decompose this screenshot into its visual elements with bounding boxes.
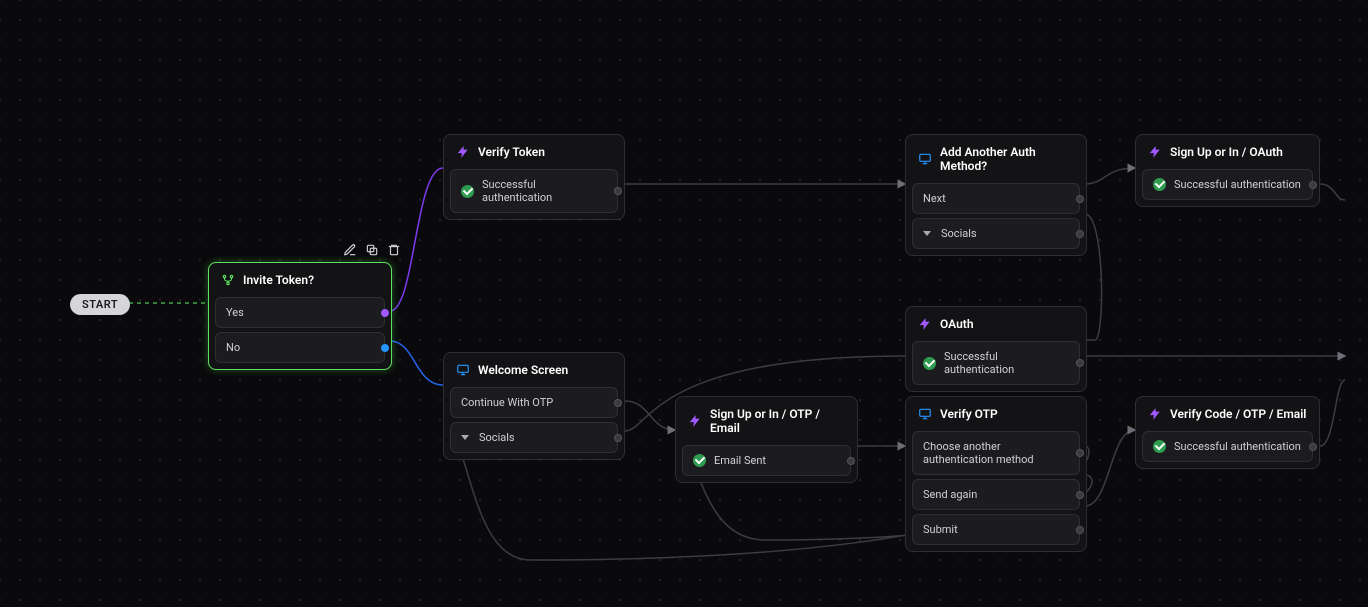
node-title: Verify OTP <box>940 407 998 421</box>
node-header: Verify OTP <box>906 397 1086 431</box>
success-icon <box>923 357 936 370</box>
screen-icon <box>456 363 470 377</box>
node-verify-token[interactable]: Verify Token Successful authentication <box>443 134 625 220</box>
success-icon <box>1153 178 1166 191</box>
node-header: Verify Code / OTP / Email <box>1136 397 1319 431</box>
item-label: Successful authentication <box>482 178 607 204</box>
option-socials[interactable]: Socials <box>450 422 618 453</box>
node-title: Sign Up or In / OAuth <box>1170 145 1283 159</box>
chevron-down-icon <box>923 231 931 236</box>
node-header: OAuth <box>906 307 1086 341</box>
success-icon <box>461 185 474 198</box>
output-port[interactable] <box>1076 230 1084 238</box>
item-label: Next <box>923 192 946 205</box>
node-welcome-screen[interactable]: Welcome Screen Continue With OTP Socials <box>443 352 625 460</box>
node-add-another-auth[interactable]: Add Another Auth Method? Next Socials <box>905 134 1087 256</box>
item-label: Choose another authentication method <box>923 440 1069 466</box>
output-port[interactable] <box>381 344 389 352</box>
output-port[interactable] <box>1076 526 1084 534</box>
result-success[interactable]: Successful authentication <box>1142 169 1313 200</box>
output-port[interactable] <box>1076 491 1084 499</box>
option-socials[interactable]: Socials <box>912 218 1080 249</box>
node-title: Verify Code / OTP / Email <box>1170 407 1306 421</box>
flow-canvas[interactable]: START Invite Token? Yes No <box>0 0 1368 607</box>
bolt-icon <box>918 317 932 331</box>
duplicate-button[interactable] <box>364 242 380 258</box>
item-label: Socials <box>941 227 977 240</box>
node-title: Add Another Auth Method? <box>940 145 1074 173</box>
output-port[interactable] <box>1309 181 1317 189</box>
node-header: Welcome Screen <box>444 353 624 387</box>
bolt-icon <box>1148 145 1162 159</box>
output-port[interactable] <box>614 399 622 407</box>
result-success[interactable]: Successful authentication <box>450 169 618 213</box>
branch-option-yes[interactable]: Yes <box>215 297 385 328</box>
node-verify-code[interactable]: Verify Code / OTP / Email Successful aut… <box>1135 396 1320 469</box>
bolt-icon <box>688 414 702 428</box>
output-port[interactable] <box>1076 449 1084 457</box>
node-header: Invite Token? <box>209 263 391 297</box>
node-title: OAuth <box>940 317 974 331</box>
output-port[interactable] <box>1076 195 1084 203</box>
option-submit[interactable]: Submit <box>912 514 1080 545</box>
start-node[interactable]: START <box>70 294 130 315</box>
output-port[interactable] <box>381 309 389 317</box>
item-label: Email Sent <box>714 454 766 467</box>
item-label: Continue With OTP <box>461 396 553 409</box>
screen-icon <box>918 152 932 166</box>
output-port[interactable] <box>1076 359 1084 367</box>
node-title: Verify Token <box>478 145 545 159</box>
screen-icon <box>918 407 932 421</box>
branch-icon <box>221 273 235 287</box>
node-signup-oauth[interactable]: Sign Up or In / OAuth Successful authent… <box>1135 134 1320 207</box>
success-icon <box>1153 440 1166 453</box>
bolt-icon <box>1148 407 1162 421</box>
node-header: Verify Token <box>444 135 624 169</box>
item-label: Socials <box>479 431 515 444</box>
node-header: Sign Up or In / OTP / Email <box>676 397 857 445</box>
result-success[interactable]: Successful authentication <box>1142 431 1313 462</box>
node-title: Invite Token? <box>243 273 314 287</box>
success-icon <box>693 454 706 467</box>
node-verify-otp[interactable]: Verify OTP Choose another authentication… <box>905 396 1087 552</box>
output-port[interactable] <box>1309 443 1317 451</box>
node-title: Sign Up or In / OTP / Email <box>710 407 845 435</box>
option-continue-otp[interactable]: Continue With OTP <box>450 387 618 418</box>
node-header: Sign Up or In / OAuth <box>1136 135 1319 169</box>
node-header: Add Another Auth Method? <box>906 135 1086 183</box>
node-toolbar <box>342 242 402 258</box>
output-port[interactable] <box>847 457 855 465</box>
output-port[interactable] <box>614 187 622 195</box>
branch-option-no[interactable]: No <box>215 332 385 363</box>
start-label: START <box>82 298 118 311</box>
node-title: Welcome Screen <box>478 363 568 377</box>
item-label: Successful authentication <box>1174 178 1301 191</box>
result-email-sent[interactable]: Email Sent <box>682 445 851 476</box>
option-next[interactable]: Next <box>912 183 1080 214</box>
item-label: Successful authentication <box>1174 440 1301 453</box>
option-label: No <box>226 341 240 354</box>
result-success[interactable]: Successful authentication <box>912 341 1080 385</box>
item-label: Submit <box>923 523 958 536</box>
item-label: Send again <box>923 488 977 501</box>
node-invite-token[interactable]: Invite Token? Yes No <box>208 262 392 370</box>
item-label: Successful authentication <box>944 350 1069 376</box>
option-send-again[interactable]: Send again <box>912 479 1080 510</box>
option-choose-another[interactable]: Choose another authentication method <box>912 431 1080 475</box>
node-oauth[interactable]: OAuth Successful authentication <box>905 306 1087 392</box>
option-label: Yes <box>226 306 244 319</box>
edit-button[interactable] <box>342 242 358 258</box>
delete-button[interactable] <box>386 242 402 258</box>
bolt-icon <box>456 145 470 159</box>
output-port[interactable] <box>614 434 622 442</box>
chevron-down-icon <box>461 435 469 440</box>
node-signup-otp-email[interactable]: Sign Up or In / OTP / Email Email Sent <box>675 396 858 483</box>
